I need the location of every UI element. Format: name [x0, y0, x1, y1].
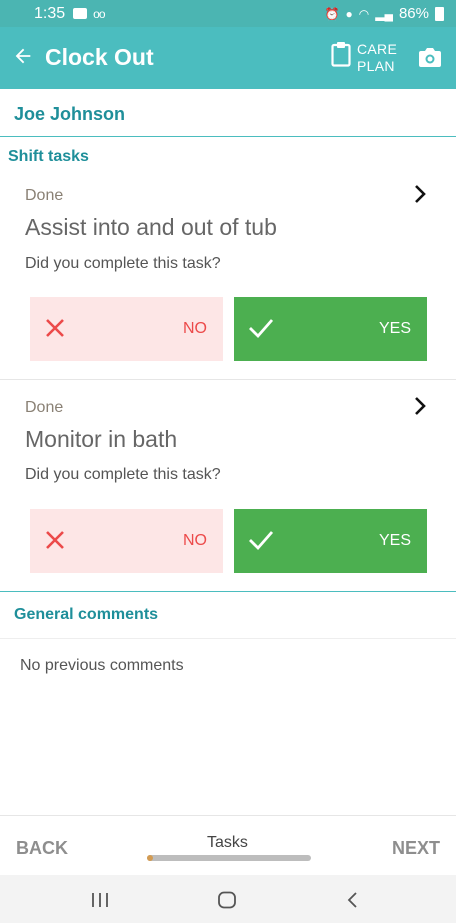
- back-arrow-icon[interactable]: [12, 45, 34, 67]
- signal-icon: ▂▄: [375, 6, 393, 21]
- no-comments-text: No previous comments: [20, 657, 184, 674]
- no-label: NO: [183, 532, 207, 549]
- task-no-button[interactable]: NO: [30, 509, 223, 573]
- battery-icon: [435, 6, 444, 21]
- section-divider: [0, 591, 456, 592]
- chevron-right-icon[interactable]: [412, 396, 428, 416]
- comments-divider: [0, 638, 456, 639]
- chevron-right-icon[interactable]: [412, 184, 428, 204]
- checkmark-icon: [249, 319, 274, 339]
- task-no-button[interactable]: NO: [30, 297, 223, 361]
- app-bar: Clock Out CARE PLAN: [0, 27, 456, 89]
- task-status: Done: [25, 399, 64, 416]
- task-yes-button[interactable]: YES: [234, 297, 427, 361]
- patient-name: Joe Johnson: [0, 89, 456, 137]
- wifi-icon: ◠: [358, 6, 370, 21]
- system-nav-bar: [0, 875, 456, 923]
- close-icon: [46, 531, 64, 549]
- general-comments-title: General comments: [14, 606, 159, 623]
- battery-percent: 86%: [398, 5, 429, 22]
- task-question: Did you complete this task?: [25, 255, 221, 272]
- alarm-icon: ⏰: [324, 6, 340, 21]
- back-nav-icon[interactable]: [345, 891, 361, 909]
- camera-icon[interactable]: [418, 47, 442, 69]
- status-time: 1:35: [34, 4, 66, 22]
- clipboard-icon: [331, 42, 351, 67]
- yes-label: YES: [378, 532, 411, 549]
- yes-label: YES: [378, 320, 411, 337]
- page-indicator-track: [147, 855, 311, 861]
- location-icon: ●: [345, 6, 353, 21]
- home-icon[interactable]: [217, 891, 237, 909]
- care-plan-label-line2: PLAN: [357, 58, 395, 74]
- shift-tasks-title: Shift tasks: [8, 148, 89, 165]
- task-yes-button[interactable]: YES: [234, 509, 427, 573]
- tab-tasks[interactable]: Tasks: [207, 834, 248, 852]
- status-bar: 1:35 oo ⏰ ● ◠ ▂▄ 86%: [0, 0, 456, 27]
- checkmark-icon: [249, 531, 274, 551]
- message-icon: [73, 8, 88, 19]
- recent-apps-icon[interactable]: [90, 891, 110, 909]
- next-button[interactable]: NEXT: [392, 838, 440, 859]
- care-plan-button[interactable]: CARE PLAN: [331, 41, 397, 75]
- back-button[interactable]: BACK: [16, 838, 68, 859]
- task-name: Assist into and out of tub: [25, 214, 277, 240]
- bottom-nav-bar: BACK Tasks NEXT: [0, 815, 456, 875]
- care-plan-label-line1: CARE: [357, 41, 398, 57]
- task-question: Did you complete this task?: [25, 466, 221, 483]
- task-name: Monitor in bath: [25, 426, 178, 452]
- close-icon: [46, 319, 64, 337]
- task-status: Done: [25, 187, 64, 204]
- page-indicator-thumb: [147, 855, 153, 861]
- page-title: Clock Out: [45, 44, 154, 70]
- no-label: NO: [183, 320, 207, 337]
- task-divider: [0, 379, 456, 380]
- voicemail-icon: oo: [93, 6, 105, 21]
